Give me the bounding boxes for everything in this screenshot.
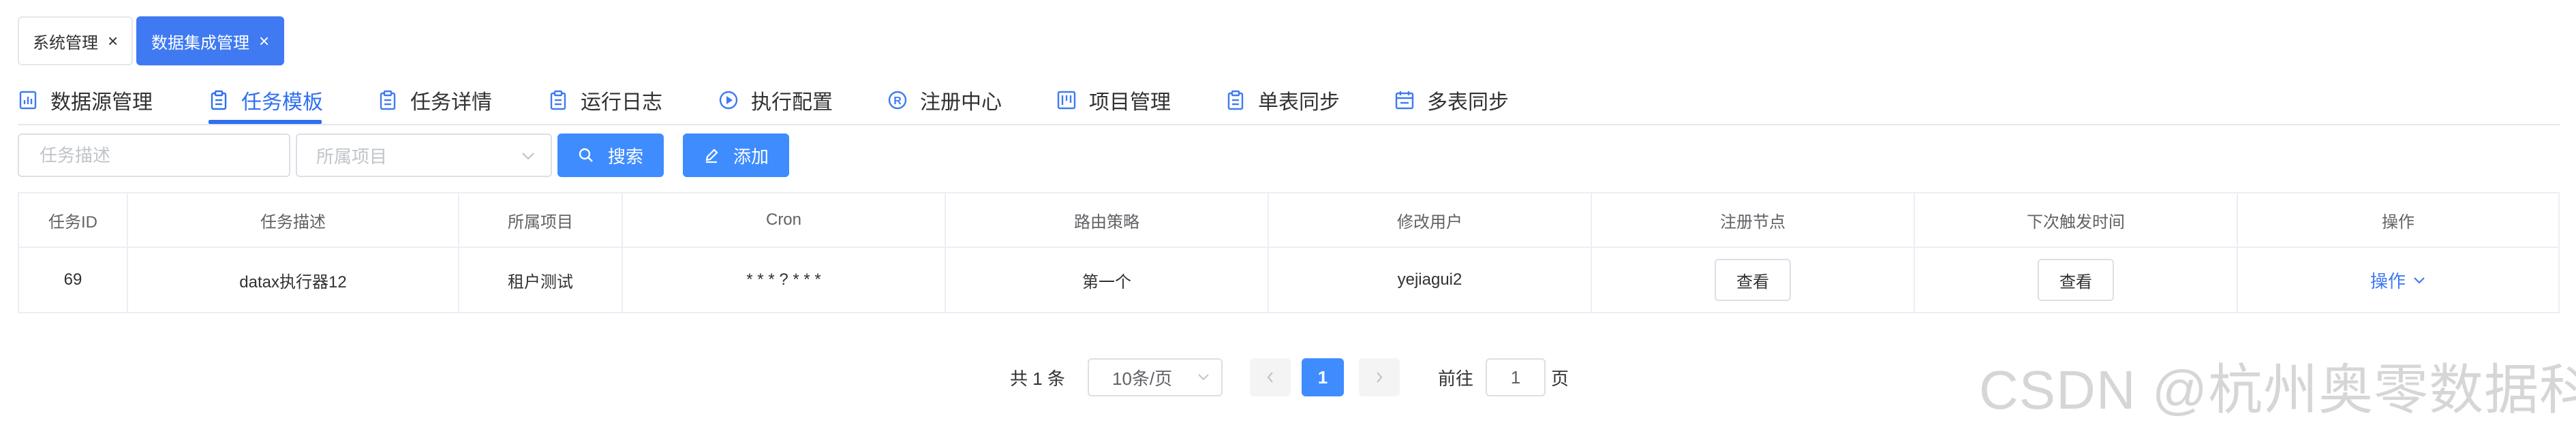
tabs-divider (18, 124, 2560, 125)
edit-icon (705, 148, 718, 163)
tab-datasource[interactable]: 数据源管理 (18, 76, 153, 124)
calendar-icon (1395, 91, 1414, 110)
project-select-placeholder: 所属项目 (316, 146, 388, 167)
search-label: 搜索 (607, 146, 643, 167)
project-select[interactable]: 所属项目 (296, 133, 552, 177)
col-task-id: 任务ID (19, 193, 128, 247)
tab-label: 任务模板 (241, 91, 323, 114)
cell-task-desc: datax执行器12 (128, 248, 459, 312)
search-icon (579, 148, 593, 162)
col-user: 修改用户 (1269, 193, 1592, 247)
col-project: 所属项目 (459, 193, 623, 247)
kanban-icon (1057, 91, 1076, 110)
chevron-down-icon (1198, 374, 1209, 381)
tab-multi-sync[interactable]: 多表同步 (1394, 76, 1509, 124)
page-size-label: 10条/页 (1112, 368, 1173, 389)
clipboard-icon (550, 90, 566, 110)
task-desc-input[interactable] (18, 133, 290, 177)
tab-project[interactable]: 项目管理 (1056, 76, 1171, 124)
tab-label: 项目管理 (1089, 91, 1171, 114)
tab-registry[interactable]: R 注册中心 (887, 76, 1002, 124)
tab-task-template[interactable]: 任务模板 (209, 76, 323, 124)
goto-suffix: 页 (1551, 368, 1569, 389)
col-node: 注册节点 (1592, 193, 1915, 247)
cell-route: 第一个 (946, 248, 1269, 312)
chevron-down-icon (2414, 277, 2425, 284)
operation-dropdown[interactable]: 操作 (2370, 268, 2426, 293)
clipboard-icon (211, 90, 227, 110)
operation-label: 操作 (2370, 270, 2406, 292)
tag-data-integration[interactable]: 数据集成管理 × (136, 16, 285, 65)
tab-label: 执行配置 (751, 91, 833, 114)
add-button[interactable]: 添加 (683, 133, 789, 177)
close-icon[interactable]: × (108, 32, 118, 50)
col-route: 路由策略 (946, 193, 1269, 247)
cell-next-time: 查看 (1915, 248, 2238, 312)
tab-task-detail[interactable]: 任务详情 (378, 76, 492, 124)
registered-icon: R (888, 91, 907, 110)
view-node-button[interactable]: 查看 (1715, 259, 1791, 301)
tag-system-management[interactable]: 系统管理 × (18, 16, 134, 65)
pagination-total: 共 1 条 (1010, 368, 1065, 389)
task-table: 任务ID 任务描述 所属项目 Cron 路由策略 修改用户 注册节点 下次触发时… (18, 192, 2560, 313)
tab-label: 数据源管理 (50, 91, 153, 114)
cell-user: yejiagui2 (1269, 248, 1592, 312)
table-header: 任务ID 任务描述 所属项目 Cron 路由策略 修改用户 注册节点 下次触发时… (19, 193, 2558, 248)
clipboard-icon (380, 90, 396, 110)
goto-prefix: 前往 (1438, 368, 1474, 389)
chevron-left-icon (1267, 372, 1273, 383)
tab-exec-config[interactable]: 执行配置 (718, 76, 833, 124)
module-tabs: 数据源管理 任务模板 任务详情 运行日志 执行配置 R 注册中心 项目管理 单表… (18, 76, 2560, 127)
add-label: 添加 (733, 146, 769, 167)
cell-task-id: 69 (19, 248, 128, 312)
tab-label: 单表同步 (1258, 91, 1340, 114)
chevron-down-icon (522, 153, 534, 160)
svg-text:R: R (893, 95, 902, 107)
page-size-select[interactable]: 10条/页 (1088, 358, 1223, 396)
col-next-time: 下次触发时间 (1915, 193, 2238, 247)
search-button[interactable]: 搜索 (557, 133, 664, 177)
tab-label: 任务详情 (410, 91, 492, 114)
tab-label: 注册中心 (920, 91, 1002, 114)
active-tab-indicator (209, 120, 322, 124)
cell-cron: * * * ? * * * (623, 248, 946, 312)
tab-label: 多表同步 (1427, 91, 1509, 114)
tab-label: 运行日志 (581, 91, 662, 114)
tag-label: 数据集成管理 (151, 33, 249, 52)
chart-icon (19, 91, 37, 110)
view-next-time-button[interactable]: 查看 (2038, 259, 2114, 301)
tab-run-log[interactable]: 运行日志 (548, 76, 662, 124)
task-desc-field[interactable] (38, 144, 289, 167)
cell-project: 租户测试 (459, 248, 623, 312)
prev-page-button[interactable] (1250, 358, 1291, 396)
csdn-watermark: CSDN @杭州奥零数据科技 (1979, 360, 2576, 420)
next-page-button[interactable] (1359, 358, 1400, 396)
tag-label: 系统管理 (33, 33, 98, 52)
col-op: 操作 (2382, 212, 2414, 232)
cell-op: 操作 (2238, 248, 2558, 312)
col-task-desc: 任务描述 (128, 193, 459, 247)
close-icon[interactable]: × (259, 32, 269, 50)
clipboard-icon (1227, 90, 1244, 110)
tab-single-sync[interactable]: 单表同步 (1225, 76, 1340, 124)
col-cron: Cron (623, 193, 946, 247)
play-circle-icon (719, 91, 738, 110)
table-row: 69 datax执行器12 租户测试 * * * ? * * * 第一个 yej… (19, 248, 2558, 312)
page-number-current[interactable]: 1 (1302, 358, 1344, 396)
cell-node: 查看 (1592, 248, 1915, 312)
goto-page-input[interactable]: 1 (1486, 358, 1546, 396)
chevron-right-icon (1377, 372, 1383, 383)
